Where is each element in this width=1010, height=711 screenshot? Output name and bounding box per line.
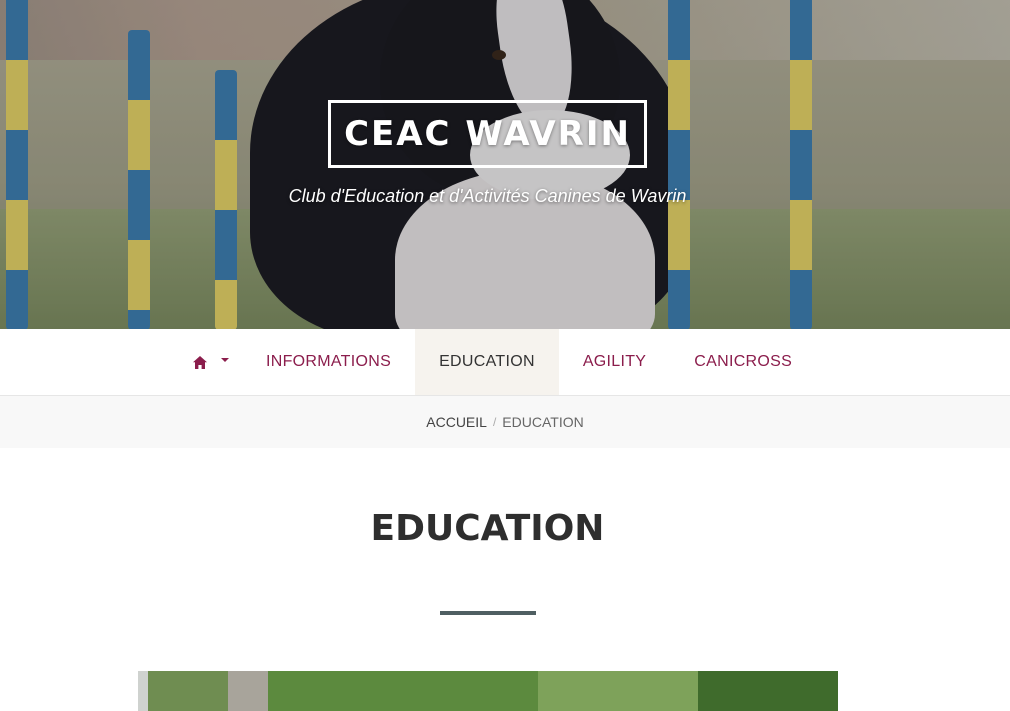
content-photo bbox=[138, 671, 838, 711]
site-tagline: Club d'Education et d'Activités Canines … bbox=[288, 186, 687, 206]
breadcrumb-separator: / bbox=[492, 415, 497, 429]
nav-item-canicross[interactable]: CANICROSS bbox=[670, 329, 816, 395]
nav-item-label: CANICROSS bbox=[694, 353, 793, 370]
title-divider bbox=[440, 611, 536, 615]
site-title[interactable]: CEAC WAVRIN bbox=[328, 100, 647, 168]
nav-home-dropdown[interactable] bbox=[180, 329, 242, 395]
main-navigation: INFORMATIONS EDUCATION AGILITY CANICROSS bbox=[0, 329, 1010, 396]
breadcrumb: ACCUEIL / EDUCATION bbox=[0, 396, 1010, 448]
nav-item-informations[interactable]: INFORMATIONS bbox=[242, 329, 415, 395]
home-icon bbox=[193, 355, 207, 369]
page-title: EDUCATION bbox=[370, 508, 605, 549]
breadcrumb-home-link[interactable]: ACCUEIL bbox=[426, 414, 487, 430]
nav-item-label: AGILITY bbox=[582, 353, 647, 370]
nav-item-label: INFORMATIONS bbox=[266, 353, 392, 370]
nav-item-agility[interactable]: AGILITY bbox=[559, 329, 670, 395]
chevron-down-icon bbox=[221, 358, 229, 362]
site-title-text: CEAC WAVRIN bbox=[344, 114, 631, 154]
nav-menu: INFORMATIONS EDUCATION AGILITY CANICROSS bbox=[180, 329, 816, 395]
nav-item-label: EDUCATION bbox=[439, 353, 535, 370]
hero-banner: CEAC WAVRIN Club d'Education et d'Activi… bbox=[0, 0, 1010, 329]
breadcrumb-current: EDUCATION bbox=[502, 414, 584, 430]
nav-item-education[interactable]: EDUCATION bbox=[415, 329, 559, 395]
